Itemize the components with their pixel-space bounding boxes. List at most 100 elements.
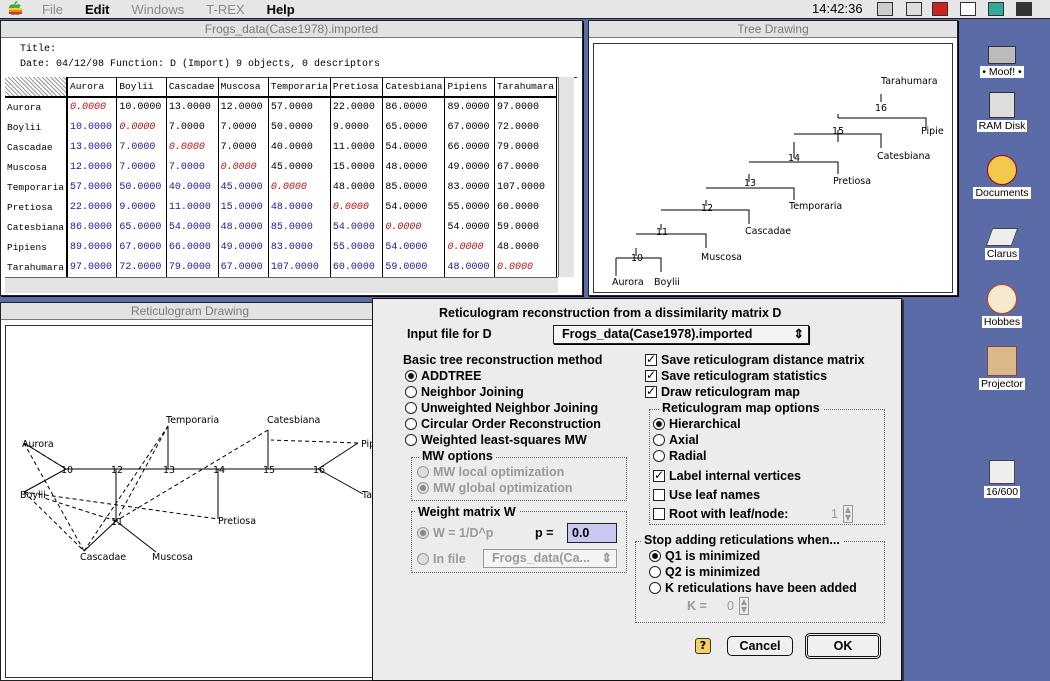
matrix-cell[interactable]: 7.0000	[166, 157, 219, 177]
matrix-cell[interactable]: 10.0000	[67, 117, 118, 137]
matrix-cell[interactable]: 54.0000	[330, 217, 384, 237]
matrix-row-header[interactable]: Catesbiana	[5, 217, 69, 237]
matrix-cell[interactable]: 0.0000	[444, 237, 495, 257]
matrix-col-header[interactable]: Aurora	[67, 77, 118, 98]
root-with-label[interactable]: Root with leaf/node:	[669, 507, 788, 521]
matrix-col-header[interactable]: Temporaria	[268, 77, 331, 98]
desktop-icon-clarus[interactable]: Clarus	[962, 222, 1042, 260]
matrix-cell[interactable]: 45.0000	[218, 177, 269, 197]
matrix-cell[interactable]: 57.0000	[67, 177, 118, 197]
matrix-cell[interactable]: 0.0000	[494, 257, 557, 277]
matrix-cell[interactable]: 12.0000	[67, 157, 118, 177]
matrix-cell[interactable]: 97.0000	[494, 97, 557, 117]
help-icon[interactable]: ?	[695, 638, 711, 654]
reticulogram-window-title[interactable]: Reticulogram Drawing	[1, 303, 379, 320]
matrix-cell[interactable]: 54.0000	[444, 217, 495, 237]
stop-k-label[interactable]: K reticulations have been added	[665, 581, 857, 595]
matrix-cell[interactable]: 7.0000	[116, 137, 167, 157]
method-mw-radio[interactable]	[405, 434, 417, 446]
desktop-icon-printer[interactable]: 16/600	[962, 460, 1042, 498]
matrix-cell[interactable]: 22.0000	[330, 97, 384, 117]
use-leaf-names-checkbox[interactable]	[653, 489, 665, 501]
method-nj-radio[interactable]	[405, 386, 417, 398]
matrix-cell[interactable]: 59.0000	[494, 217, 557, 237]
matrix-row-header[interactable]: Pipiens	[5, 237, 69, 257]
matrix-cell[interactable]: 7.0000	[218, 117, 269, 137]
matrix-cell[interactable]: 89.0000	[444, 97, 495, 117]
save-stats-checkbox[interactable]	[645, 368, 657, 382]
matrix-cell[interactable]: 65.0000	[116, 217, 167, 237]
desktop-icon-projector[interactable]: Projector	[962, 346, 1042, 390]
mw-global-radio[interactable]	[417, 482, 429, 494]
matrix-row-header[interactable]: Aurora	[5, 97, 69, 117]
map-radial-label[interactable]: Radial	[669, 449, 707, 463]
p-input[interactable]: 0.0	[567, 523, 617, 543]
matrix-cell[interactable]: 60.0000	[494, 197, 557, 217]
matrix-cell[interactable]: 48.0000	[444, 257, 495, 277]
matrix-cell[interactable]: 0.0000	[166, 137, 219, 157]
matrix-cell[interactable]: 60.0000	[330, 257, 384, 277]
matrix-cell[interactable]: 89.0000	[67, 237, 118, 257]
matrix-cell[interactable]: 55.0000	[330, 237, 384, 257]
mw-local-radio[interactable]	[417, 466, 429, 478]
matrix-row-header[interactable]: Cascadae	[5, 137, 69, 157]
matrix-cell[interactable]: 72.0000	[494, 117, 557, 137]
matrix-cell[interactable]: 55.0000	[444, 197, 495, 217]
tree-window-title[interactable]: Tree Drawing	[589, 21, 957, 38]
stop-q1-label[interactable]: Q1 is minimized	[665, 549, 760, 563]
matrix-cell[interactable]: 97.0000	[67, 257, 118, 277]
matrix-cell[interactable]: 49.0000	[444, 157, 495, 177]
map-axial-label[interactable]: Axial	[669, 433, 699, 447]
matrix-cell[interactable]: 85.0000	[268, 217, 331, 237]
cancel-button[interactable]: Cancel	[727, 636, 793, 656]
stop-q1-radio[interactable]	[649, 550, 661, 562]
menu-help[interactable]: Help	[267, 2, 295, 17]
matrix-cell[interactable]: 54.0000	[166, 217, 219, 237]
matrix-cell[interactable]: 15.0000	[218, 197, 269, 217]
matrix-corner-cell[interactable]	[5, 77, 69, 98]
matrix-cell[interactable]: 107.0000	[494, 177, 557, 197]
matrix-col-header[interactable]: Muscosa	[218, 77, 269, 98]
root-stepper-icon[interactable]: ▲ ▼	[843, 505, 853, 523]
method-circular-label[interactable]: Circular Order Reconstruction	[421, 417, 601, 431]
map-hierarchical-radio[interactable]	[653, 418, 665, 430]
matrix-col-header[interactable]: Cascadae	[166, 77, 219, 98]
matrix-row-header[interactable]: Boylii	[5, 117, 69, 137]
network-icon[interactable]	[906, 2, 922, 16]
weight-infile-radio[interactable]	[417, 553, 429, 565]
matrix-cell[interactable]: 79.0000	[166, 257, 219, 277]
matrix-row-header[interactable]: Tarahumara	[5, 257, 69, 277]
method-addtree-label[interactable]: ADDTREE	[421, 369, 481, 383]
menu-edit[interactable]: Edit	[85, 2, 110, 17]
save-matrix-label[interactable]: Save reticulogram distance matrix	[661, 353, 865, 367]
matrix-cell[interactable]: 57.0000	[268, 97, 331, 117]
matrix-cell[interactable]: 7.0000	[116, 157, 167, 177]
matrix-hscroll[interactable]	[5, 277, 558, 293]
map-radial-radio[interactable]	[653, 450, 665, 462]
use-leaf-names-label[interactable]: Use leaf names	[669, 488, 760, 502]
weight-infile-popup[interactable]: Frogs_data(Ca... ⇕	[483, 549, 617, 568]
matrix-cell[interactable]: 7.0000	[166, 117, 219, 137]
method-mw-label[interactable]: Weighted least-squares MW	[421, 433, 587, 447]
matrix-cell[interactable]: 67.0000	[116, 237, 167, 257]
ati-icon[interactable]	[932, 2, 948, 16]
matrix-vscroll[interactable]	[558, 77, 574, 277]
matrix-cell[interactable]: 45.0000	[268, 157, 331, 177]
desktop-icon-moof[interactable]: • Moof! •	[962, 42, 1042, 78]
matrix-cell[interactable]: 54.0000	[382, 197, 446, 217]
root-with-checkbox[interactable]	[653, 508, 665, 520]
matrix-cell[interactable]: 50.0000	[116, 177, 167, 197]
label-internal-label[interactable]: Label internal vertices	[669, 469, 801, 483]
root-value[interactable]: 1	[831, 507, 838, 521]
matrix-cell[interactable]: 0.0000	[382, 217, 446, 237]
stop-q2-label[interactable]: Q2 is minimized	[665, 565, 760, 579]
matrix-cell[interactable]: 72.0000	[116, 257, 167, 277]
matrix-cell[interactable]: 11.0000	[166, 197, 219, 217]
matrix-cell[interactable]: 11.0000	[330, 137, 384, 157]
matrix-cell[interactable]: 83.0000	[268, 237, 331, 257]
matrix-cell[interactable]: 7.0000	[218, 137, 269, 157]
matrix-cell[interactable]: 0.0000	[218, 157, 269, 177]
k-value[interactable]: 0	[727, 599, 734, 613]
apple-menu-icon[interactable]	[6, 1, 24, 17]
method-nj-label[interactable]: Neighbor Joining	[421, 385, 524, 399]
